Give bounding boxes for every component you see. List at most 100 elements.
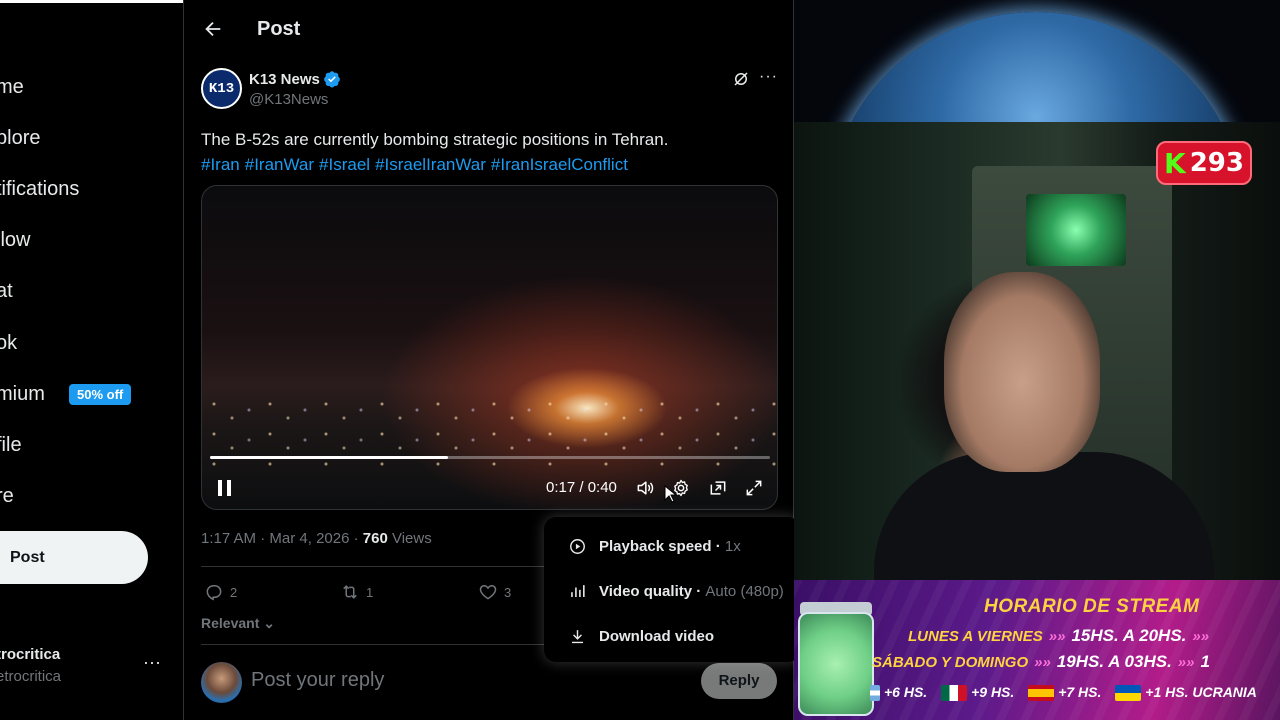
reply-sort-dropdown[interactable]: Relevant ⌄ bbox=[201, 615, 275, 632]
schedule-arrow: »» bbox=[1034, 654, 1051, 671]
like-count: 3 bbox=[504, 584, 512, 600]
schedule-arrow: »» bbox=[1048, 628, 1066, 645]
repost-icon bbox=[343, 585, 357, 599]
flag-ukraine-icon bbox=[1115, 685, 1142, 702]
flag-argentina-icon bbox=[870, 685, 880, 702]
nav-item-follow[interactable]: llow bbox=[0, 229, 30, 252]
nav-item-chat[interactable]: at bbox=[0, 280, 13, 303]
views-label: Views bbox=[391, 530, 432, 547]
volume-icon[interactable] bbox=[634, 478, 656, 498]
schedule-trailing: 1 bbox=[1200, 652, 1210, 671]
hashtag-link[interactable]: #IranWar bbox=[245, 155, 314, 174]
meta-separator: · bbox=[260, 530, 266, 547]
hashtag-link[interactable]: #IranIsraelConflict bbox=[491, 155, 628, 174]
nav-item-home[interactable]: me bbox=[0, 76, 24, 99]
page-title: Post bbox=[257, 18, 301, 40]
stream-schedule-banner: HORARIO DE STREAM LUNES A VIERNES »» 15HS.… bbox=[794, 580, 1280, 720]
timezone-offset: +1 HS. UCRANIA bbox=[1145, 684, 1257, 700]
hashtag-link[interactable]: #Israel bbox=[319, 155, 370, 174]
timezone-offset: +9 HS. bbox=[971, 684, 1015, 700]
menu-label: Video quality bbox=[599, 583, 693, 600]
hashtag-link[interactable]: #IsraelIranWar bbox=[375, 155, 486, 174]
like-action[interactable]: 3 bbox=[478, 582, 511, 602]
repost-count: 1 bbox=[366, 584, 374, 600]
menu-separator: · bbox=[715, 538, 721, 555]
heart-icon bbox=[479, 584, 497, 600]
schedule-arrow: »» bbox=[1177, 654, 1195, 671]
left-navigation: me plore tifications llow at ok mium 50%… bbox=[0, 0, 184, 720]
tweet-meta: 1:17 AM · Mar 4, 2026 · 760 Views bbox=[201, 530, 432, 547]
tweet-text: The B-52s are currently bombing strategi… bbox=[201, 130, 669, 149]
hashtag-link[interactable]: #Iran bbox=[201, 155, 240, 174]
kick-logo-icon: K bbox=[1164, 146, 1186, 180]
schedule-days: SÁBADO Y DOMINGO bbox=[872, 654, 1029, 671]
reply-sort-label: Relevant bbox=[201, 615, 260, 631]
streamer-body bbox=[874, 452, 1214, 592]
schedule-arrow: »» bbox=[1192, 628, 1210, 645]
schedule-days: LUNES A VIERNES bbox=[908, 628, 1043, 645]
nav-item-premium[interactable]: mium bbox=[0, 383, 45, 406]
back-arrow-icon[interactable] bbox=[202, 18, 224, 40]
account-handle[interactable]: etrocritica bbox=[0, 668, 61, 685]
menu-separator: · bbox=[696, 583, 702, 600]
reply-input[interactable]: Post your reply bbox=[251, 669, 384, 692]
menu-label: Playback speed bbox=[599, 538, 712, 555]
reply-button[interactable]: Reply bbox=[701, 663, 777, 699]
author-avatar[interactable]: K13 bbox=[201, 68, 242, 109]
video-progress-fill bbox=[210, 456, 448, 459]
viewer-count-badge: K 293 bbox=[1156, 141, 1252, 185]
video-player[interactable]: 0:17 / 0:40 bbox=[201, 185, 778, 510]
webcam-feed bbox=[794, 122, 1280, 592]
schedule-row-weekdays: LUNES A VIERNES »» 15HS. A 20HS. »» bbox=[908, 626, 1215, 646]
reply-count: 2 bbox=[230, 584, 238, 600]
menu-item-download-video[interactable]: Download video bbox=[568, 627, 714, 646]
bar-chart-icon bbox=[571, 585, 585, 598]
account-more-icon[interactable]: ··· bbox=[143, 652, 161, 673]
play-circle-icon bbox=[570, 539, 585, 554]
tweet-time[interactable]: 1:17 AM bbox=[201, 530, 256, 547]
views-count: 760 bbox=[362, 530, 388, 547]
author-handle[interactable]: @K13News bbox=[249, 91, 328, 108]
menu-value: Auto (480p) bbox=[705, 583, 784, 600]
timezone-offset: +6 HS. bbox=[884, 684, 928, 700]
pause-icon[interactable] bbox=[218, 480, 232, 496]
avatar-logo-text: K13 bbox=[208, 80, 235, 97]
streamer-face bbox=[944, 272, 1100, 472]
user-avatar[interactable] bbox=[201, 662, 242, 703]
author-name[interactable]: K13 News bbox=[249, 71, 320, 88]
timezone-row: +6 HS. +9 HS. +7 HS. +1 HS. UCRANIA bbox=[870, 684, 1257, 702]
verified-badge-icon bbox=[324, 71, 340, 88]
account-name[interactable]: trocritica bbox=[0, 646, 60, 663]
premium-discount-badge: 50% off bbox=[69, 384, 132, 405]
timezone-offset: +7 HS. bbox=[1058, 684, 1102, 700]
more-options-icon[interactable]: ··· bbox=[759, 68, 778, 86]
nav-item-more[interactable]: re bbox=[0, 485, 14, 508]
menu-label: Download video bbox=[599, 628, 715, 645]
video-time-readout: 0:17 / 0:40 bbox=[546, 479, 617, 496]
earth-banner bbox=[794, 0, 1280, 122]
schedule-hours: 19HS. A 03HS. bbox=[1056, 652, 1172, 671]
menu-item-video-quality[interactable]: Video quality · Auto (480p) bbox=[568, 582, 784, 601]
grok-icon[interactable] bbox=[732, 70, 750, 88]
nav-item-explore[interactable]: plore bbox=[0, 127, 40, 150]
compose-post-button[interactable]: Post bbox=[0, 531, 148, 584]
stream-overlay: K 293 HORARIO DE STREAM LUNES A VIERNES »… bbox=[794, 0, 1280, 720]
schedule-hours: 15HS. A 20HS. bbox=[1071, 626, 1187, 645]
nav-item-profile[interactable]: file bbox=[0, 434, 22, 457]
tweet-hashtags: #Iran #IranWar #Israel #IsraelIranWar #IranI… bbox=[201, 152, 633, 177]
radar-screen bbox=[1026, 194, 1126, 266]
jar-image bbox=[798, 612, 874, 716]
menu-value: 1x bbox=[724, 538, 741, 555]
reply-action[interactable]: 2 bbox=[204, 582, 237, 602]
repost-action[interactable]: 1 bbox=[340, 582, 373, 602]
menu-item-playback-speed[interactable]: Playback speed · 1x bbox=[568, 537, 741, 556]
picture-in-picture-icon[interactable] bbox=[707, 478, 729, 498]
earth-globe-image bbox=[826, 12, 1246, 122]
flag-mexico-icon bbox=[941, 685, 968, 702]
video-settings-menu: Playback speed · 1x Video quality · Auto… bbox=[544, 517, 800, 662]
nav-item-grok[interactable]: ok bbox=[0, 332, 17, 355]
fullscreen-icon[interactable] bbox=[743, 478, 765, 498]
video-progress-bar[interactable] bbox=[210, 456, 770, 459]
nav-item-notifications[interactable]: tifications bbox=[0, 178, 79, 201]
tweet-date[interactable]: Mar 4, 2026 bbox=[269, 530, 349, 547]
